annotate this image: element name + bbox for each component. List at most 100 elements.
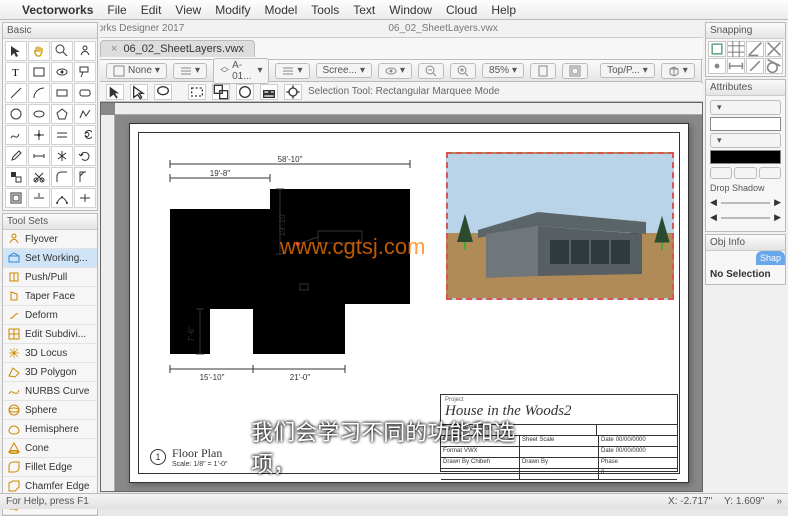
tool-split[interactable] xyxy=(74,188,96,208)
slider-left-arrow-2[interactable]: ◀ xyxy=(710,212,717,223)
class-options[interactable]: ▾ xyxy=(173,63,207,79)
zoom-select[interactable]: 85% ▾ xyxy=(482,63,524,78)
tool-trim[interactable] xyxy=(28,188,50,208)
menu-edit[interactable]: Edit xyxy=(141,3,162,17)
tool-rounded-rect[interactable] xyxy=(74,83,96,103)
status-menu-arrow[interactable]: » xyxy=(776,496,782,507)
toolset-cone[interactable]: Cone xyxy=(3,439,97,458)
tool-text[interactable]: T xyxy=(5,62,27,82)
tool-polygon[interactable] xyxy=(51,104,73,124)
tool-zoom[interactable] xyxy=(51,41,73,61)
tool-rotate[interactable] xyxy=(74,146,96,166)
tool-eyedropper[interactable] xyxy=(5,146,27,166)
snap-angle[interactable] xyxy=(746,41,764,57)
tool-callout[interactable] xyxy=(74,62,96,82)
line-thickness[interactable] xyxy=(710,167,732,179)
toolset-edit-subdivi-[interactable]: Edit Subdivi... xyxy=(3,325,97,344)
tool-flyover[interactable] xyxy=(74,41,96,61)
toolset-hemisphere[interactable]: Hemisphere xyxy=(3,420,97,439)
tool-spiral[interactable] xyxy=(74,125,96,145)
menu-help[interactable]: Help xyxy=(491,3,516,17)
render-viewport[interactable] xyxy=(446,152,674,300)
slider-right-arrow[interactable]: ▶ xyxy=(774,197,781,208)
document-tab[interactable]: × 06_02_SheetLayers.vwx xyxy=(100,40,255,57)
tool-tape[interactable] xyxy=(28,146,50,166)
tool-rectangle[interactable] xyxy=(51,83,73,103)
tool-pan[interactable] xyxy=(28,41,50,61)
tool-chamfer[interactable] xyxy=(74,167,96,187)
toolset-3d-locus[interactable]: 3D Locus xyxy=(3,344,97,363)
tool-line[interactable] xyxy=(5,83,27,103)
class-select[interactable]: None ▾ xyxy=(106,63,167,79)
mode-wall[interactable] xyxy=(260,84,278,100)
menu-cloud[interactable]: Cloud xyxy=(446,3,477,17)
menu-model[interactable]: Model xyxy=(265,3,298,17)
opacity-slider-2[interactable]: ◀ ▶ xyxy=(710,212,781,223)
opacity-slider[interactable]: ◀ ▶ xyxy=(710,197,781,208)
plane-select[interactable]: Scree... ▾ xyxy=(316,63,373,78)
menu-view[interactable]: View xyxy=(175,3,201,17)
menu-modify[interactable]: Modify xyxy=(215,3,250,17)
snap-grid[interactable] xyxy=(727,41,745,57)
tool-attr-pick[interactable] xyxy=(5,167,27,187)
appname-menu[interactable]: Vectorworks xyxy=(22,3,93,17)
fit-page-button[interactable] xyxy=(530,63,556,79)
toolset-sphere[interactable]: Sphere xyxy=(3,401,97,420)
menu-file[interactable]: File xyxy=(107,3,126,17)
view-select[interactable]: Top/P... ▾ xyxy=(600,63,655,78)
tool-rect[interactable] xyxy=(28,62,50,82)
mode-prefs[interactable] xyxy=(284,84,302,100)
tool-double-line[interactable] xyxy=(51,125,73,145)
fill-swatch[interactable] xyxy=(710,117,781,131)
menu-text[interactable]: Text xyxy=(353,3,375,17)
pen-swatch[interactable] xyxy=(710,150,781,164)
snap-edge[interactable] xyxy=(746,58,764,74)
mode-cursor[interactable] xyxy=(106,84,124,100)
tool-fillet[interactable] xyxy=(51,167,73,187)
tool-arc[interactable] xyxy=(28,83,50,103)
menu-window[interactable]: Window xyxy=(389,3,432,17)
toolset-flyover[interactable]: Flyover xyxy=(3,230,97,249)
slider-left-arrow[interactable]: ◀ xyxy=(710,197,717,208)
tool-visibility[interactable] xyxy=(51,62,73,82)
tool-offset[interactable] xyxy=(5,188,27,208)
tool-oval[interactable] xyxy=(28,104,50,124)
tool-polyline[interactable] xyxy=(74,104,96,124)
tool-clip[interactable] xyxy=(28,167,50,187)
tab-close-icon[interactable]: × xyxy=(111,43,117,55)
saved-view-select[interactable]: ▾ xyxy=(378,63,412,79)
tool-mirror[interactable] xyxy=(51,146,73,166)
mode-single[interactable] xyxy=(130,84,148,100)
line-endcap-start[interactable] xyxy=(734,167,756,179)
toolset-deform[interactable]: Deform xyxy=(3,306,97,325)
toolset-taper-face[interactable]: Taper Face xyxy=(3,287,97,306)
tool-locus[interactable] xyxy=(28,125,50,145)
mode-marquee[interactable] xyxy=(188,84,206,100)
mode-interactive[interactable] xyxy=(236,84,254,100)
fill-style-select[interactable]: ▾ xyxy=(710,100,781,115)
layer-select[interactable]: A-01... ▾ xyxy=(213,58,270,84)
toolset-set-working-[interactable]: Set Working... xyxy=(3,249,97,268)
tool-selection[interactable] xyxy=(5,41,27,61)
mode-lasso[interactable] xyxy=(154,84,172,100)
snap-tangent[interactable] xyxy=(765,58,783,74)
fit-objects-button[interactable] xyxy=(562,63,588,79)
zoom-out-button[interactable] xyxy=(418,63,444,79)
toolset-fillet-edge[interactable]: Fillet Edge xyxy=(3,458,97,477)
objinfo-tab-shape[interactable]: Shap xyxy=(756,251,785,265)
mode-addsub[interactable] xyxy=(212,84,230,100)
line-endcap-end[interactable] xyxy=(759,167,781,179)
toolset-3d-polygon[interactable]: 3D Polygon xyxy=(3,363,97,382)
zoom-in-button[interactable] xyxy=(450,63,476,79)
toolset-push-pull[interactable]: Push/Pull xyxy=(3,268,97,287)
layer-options[interactable]: ▾ xyxy=(275,63,309,79)
pen-style-select[interactable]: ▾ xyxy=(710,133,781,148)
snap-distance[interactable] xyxy=(727,58,745,74)
snap-intersect[interactable] xyxy=(765,41,783,57)
tool-freehand[interactable] xyxy=(5,125,27,145)
render-mode-select[interactable]: ▾ xyxy=(661,63,695,79)
tool-circle[interactable] xyxy=(5,104,27,124)
drawing-canvas[interactable]: 58'-10" 19'-8" 19'-10" Top Center 15'-10… xyxy=(100,102,703,492)
tool-reshape[interactable] xyxy=(51,188,73,208)
snap-object[interactable] xyxy=(708,41,726,57)
